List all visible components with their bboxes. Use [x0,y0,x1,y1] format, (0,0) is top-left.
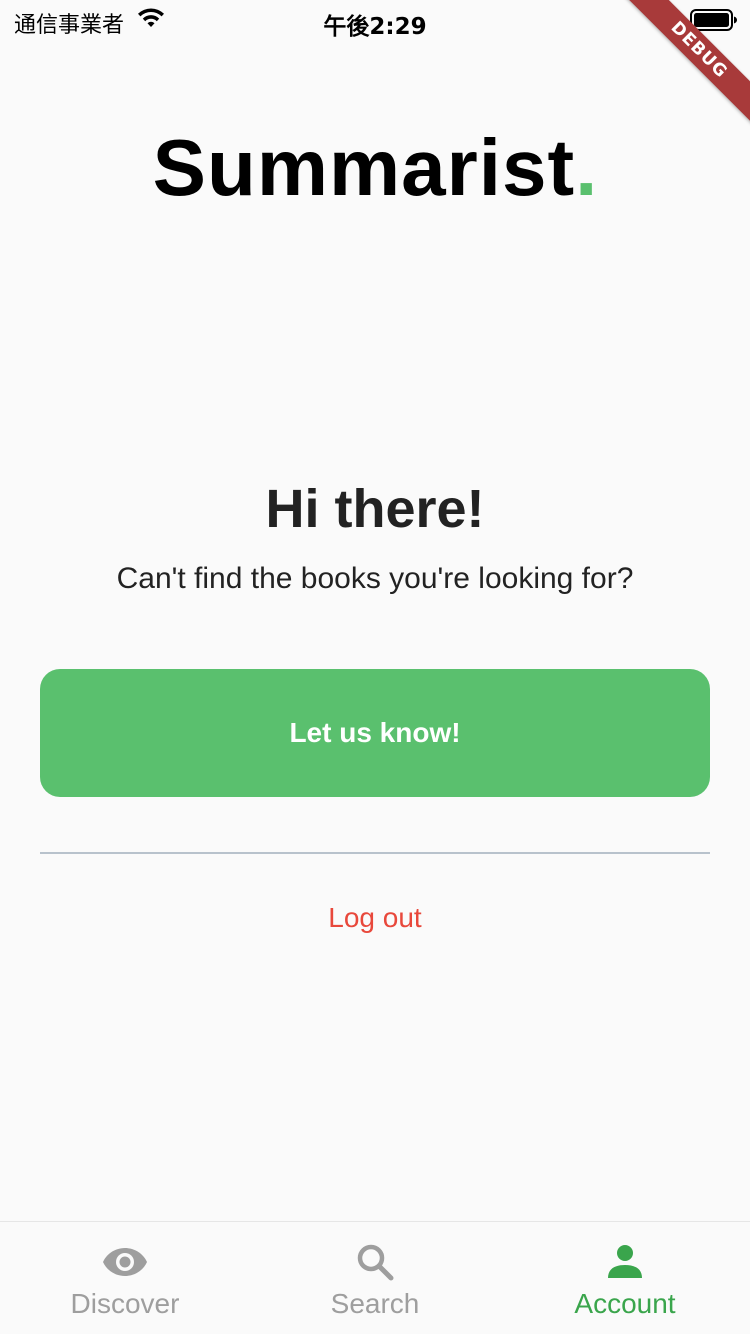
let-us-know-button[interactable]: Let us know! [40,669,710,797]
nav-item-search[interactable]: Search [250,1222,500,1334]
greeting-subtitle: Can't find the books you're looking for? [116,562,634,595]
nav-label-search: Search [330,1288,420,1319]
divider [40,852,710,854]
app-logo: Summarist. [0,122,750,214]
status-clock: 午後2:29 [323,14,427,40]
nav-item-discover[interactable]: Discover [0,1222,250,1334]
logout-button[interactable]: Log out [0,902,750,934]
nav-label-discover: Discover [70,1288,180,1319]
logo-dot: . [575,123,598,212]
account-screen: 通信事業者 午後2:29 DEBUG Summarist. Hi there! … [0,0,750,1334]
search-icon [351,1242,399,1282]
nav-label-account: Account [574,1288,676,1319]
logo-text: Summarist [152,123,576,212]
nav-item-account[interactable]: Account [500,1222,750,1334]
person-icon [601,1242,649,1282]
eye-icon [101,1242,149,1282]
greeting-heading: Hi there! [265,479,485,539]
bottom-navigation: Discover Search Account [0,1221,750,1334]
